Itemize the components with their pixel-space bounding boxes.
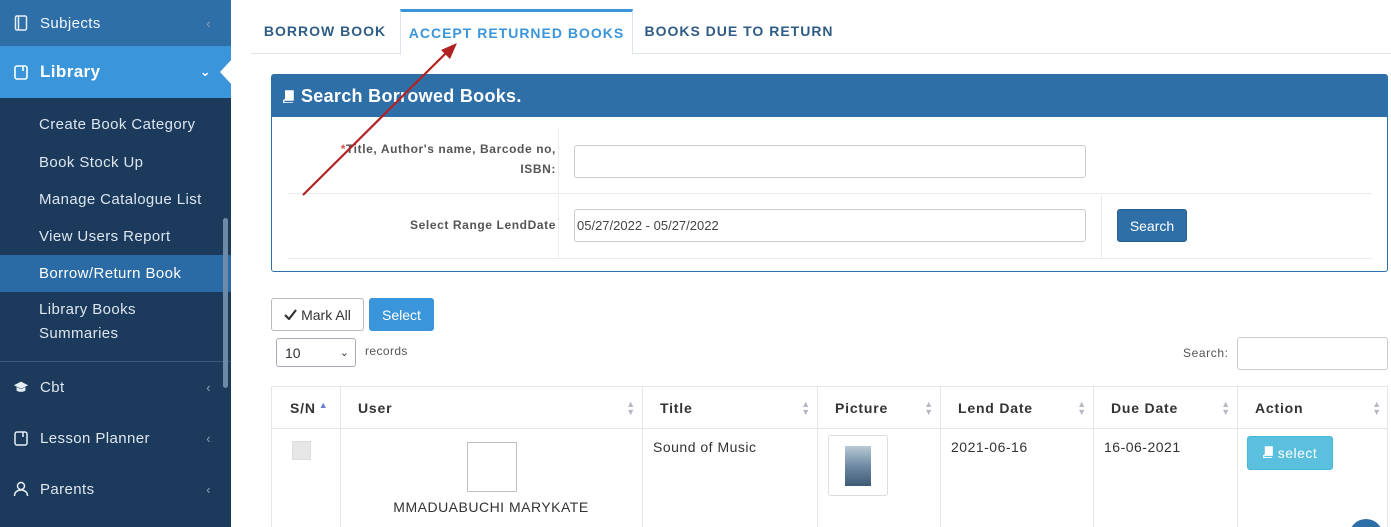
panel-title: Search Borrowed Books. <box>301 85 522 106</box>
check-icon <box>284 307 297 323</box>
form-row-date-range: Select Range LendDate 05/27/2022 - 05/27… <box>288 195 1372 259</box>
lend-date: 2021-06-16 <box>951 439 1028 455</box>
date-range-label: Select Range LendDate <box>410 218 556 232</box>
borrowed-books-table: S/N ▲ User ▲ ▼ Title ▲ ▼ Picture ▲ ▼ Lend D… <box>271 386 1388 527</box>
divider <box>558 128 559 193</box>
sort-icon: ▲ ▼ <box>801 399 811 417</box>
sidebar-divider <box>0 361 231 362</box>
sidebar-item-label: Subjects <box>40 14 101 32</box>
divider <box>558 195 559 258</box>
notebook-icon <box>13 430 29 446</box>
book-icon <box>283 89 295 103</box>
sidebar-scrollbar[interactable] <box>223 218 228 388</box>
tab-borrow-book[interactable]: BORROW BOOK <box>251 10 399 52</box>
sort-asc-icon: ▲ <box>318 400 329 410</box>
row-checkbox[interactable] <box>292 441 311 460</box>
keyword-label: *Title, Author's name, Barcode no, ISBN: <box>340 142 556 176</box>
chevron-left-icon: ‹ <box>206 430 211 446</box>
sidebar-item-lesson-planner[interactable]: Lesson Planner ‹ <box>0 419 231 457</box>
column-header-user[interactable]: User ▲ ▼ <box>340 387 642 429</box>
tab-books-due-to-return[interactable]: BOOKS DUE TO RETURN <box>639 10 839 52</box>
active-notch <box>220 59 231 85</box>
tab-bar: BORROW BOOK ACCEPT RETURNED BOOKS BOOKS … <box>251 0 1391 55</box>
date-range-input[interactable]: 05/27/2022 - 05/27/2022 <box>574 209 1086 242</box>
user-icon <box>13 481 29 497</box>
page-length-select[interactable]: 10 ⌄ <box>276 338 356 367</box>
form-row-keyword: *Title, Author's name, Barcode no, ISBN: <box>288 128 1372 194</box>
sidebar-item-manage-catalogue-list[interactable]: Manage Catalogue List <box>39 191 202 208</box>
search-panel: Search Borrowed Books. *Title, Author's … <box>271 74 1388 272</box>
column-header-title[interactable]: Title ▲ ▼ <box>642 387 817 429</box>
book-icon <box>1262 445 1273 461</box>
keyword-input[interactable] <box>574 145 1086 178</box>
user-name: MMADUABUCHI MARYKATE <box>393 499 589 515</box>
sort-icon: ▲ ▼ <box>1077 399 1087 417</box>
sidebar-item-borrow-return-book[interactable]: Borrow/Return Book <box>39 265 181 282</box>
divider <box>1101 195 1102 258</box>
column-header-lend-date[interactable]: Lend Date ▲ ▼ <box>940 387 1093 429</box>
notebook-icon <box>13 64 29 80</box>
chevron-down-icon: ⌄ <box>199 64 211 79</box>
sidebar-item-subjects[interactable]: Subjects ‹ <box>0 0 231 46</box>
sidebar-item-label: Cbt <box>40 378 65 396</box>
mark-all-button[interactable]: Mark All <box>271 298 364 331</box>
column-header-picture[interactable]: Picture ▲ ▼ <box>817 387 940 429</box>
sidebar: Subjects ‹ Library ⌄ Create Book Categor… <box>0 0 231 527</box>
table-header: S/N ▲ User ▲ ▼ Title ▲ ▼ Picture ▲ ▼ Lend D… <box>272 387 1387 429</box>
sidebar-item-label: Library <box>40 62 101 81</box>
graduation-cap-icon <box>13 379 29 395</box>
panel-header: Search Borrowed Books. <box>272 75 1387 117</box>
column-divider <box>940 429 941 527</box>
tab-accept-returned-books[interactable]: ACCEPT RETURNED BOOKS <box>400 9 633 55</box>
table-search-label: Search: <box>1183 346 1229 360</box>
sidebar-item-book-stock-up[interactable]: Book Stock Up <box>39 154 143 171</box>
sidebar-item-label: Parents <box>40 480 95 498</box>
sort-icon: ▲ ▼ <box>1372 399 1382 417</box>
chevron-left-icon: ‹ <box>206 15 211 31</box>
table-search-input[interactable] <box>1237 337 1388 370</box>
sidebar-item-cbt[interactable]: Cbt ‹ <box>0 368 231 406</box>
column-divider <box>1093 429 1094 527</box>
sidebar-item-create-book-category[interactable]: Create Book Category <box>39 116 195 133</box>
sidebar-item-label: Lesson Planner <box>40 429 150 447</box>
book-icon <box>13 15 29 31</box>
column-divider <box>642 429 643 527</box>
sidebar-item-view-users-report[interactable]: View Users Report <box>39 228 171 245</box>
row-select-button[interactable]: select <box>1247 436 1333 470</box>
column-header-action[interactable]: Action ▲ ▼ <box>1237 387 1388 429</box>
column-header-due-date[interactable]: Due Date ▲ ▼ <box>1093 387 1237 429</box>
select-button[interactable]: Select <box>369 298 434 331</box>
sort-icon: ▲ ▼ <box>1221 399 1231 417</box>
sidebar-item-library[interactable]: Library ⌄ <box>0 46 231 98</box>
sidebar-item-library-books-summaries[interactable]: Library Books Summaries <box>39 298 189 346</box>
column-divider <box>1237 429 1238 527</box>
search-button[interactable]: Search <box>1117 209 1187 242</box>
book-cover <box>845 445 871 486</box>
book-title: Sound of Music <box>653 439 757 455</box>
chevron-left-icon: ‹ <box>206 481 211 497</box>
book-cover-image <box>828 435 888 496</box>
column-divider <box>817 429 818 527</box>
records-label: records <box>365 344 408 358</box>
sidebar-item-parents[interactable]: Parents ‹ <box>0 470 231 508</box>
due-date: 16-06-2021 <box>1104 439 1181 455</box>
chevron-left-icon: ‹ <box>206 379 211 395</box>
sort-icon: ▲ ▼ <box>626 399 636 417</box>
chevron-down-icon: ⌄ <box>339 347 349 359</box>
sort-icon: ▲ ▼ <box>924 399 934 417</box>
avatar <box>467 442 517 492</box>
column-header-sn[interactable]: S/N ▲ <box>290 387 340 429</box>
